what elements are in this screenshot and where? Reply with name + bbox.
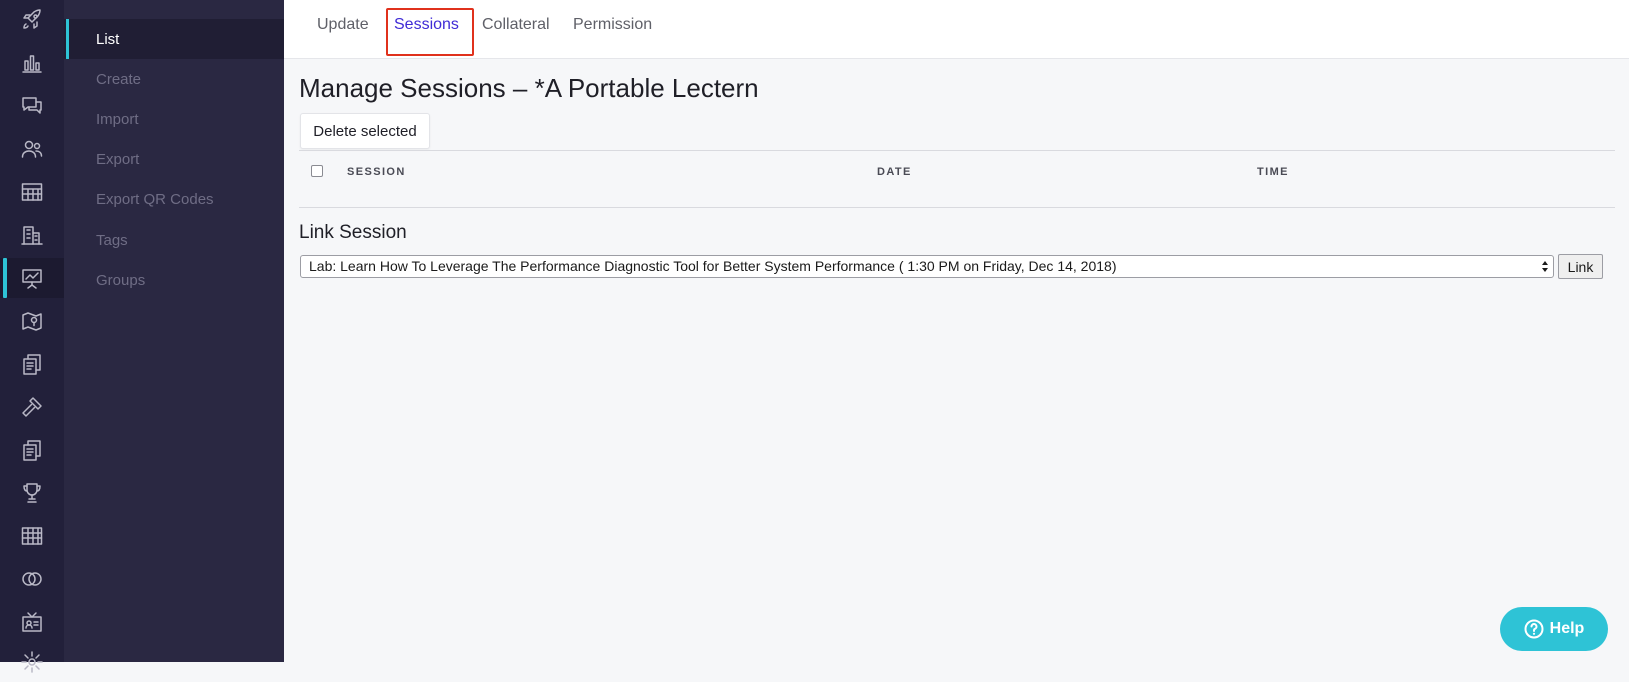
- rail-grid[interactable]: [0, 516, 64, 556]
- rail-messages[interactable]: [0, 86, 64, 126]
- subnav-item-import[interactable]: Import: [64, 99, 284, 139]
- trophy-icon: [23, 483, 41, 503]
- rail-analytics[interactable]: [0, 43, 64, 83]
- rail-maps[interactable]: [0, 301, 64, 341]
- subnav-item-list[interactable]: List: [64, 19, 284, 59]
- bar-chart-icon: [22, 55, 42, 73]
- table-divider: [299, 207, 1615, 208]
- users-icon: [21, 140, 43, 158]
- building-icon: [21, 226, 43, 245]
- rings-icon: [22, 572, 42, 586]
- column-header-session[interactable]: SESSION: [347, 166, 406, 178]
- subnav-item-export[interactable]: Export: [64, 139, 284, 179]
- session-select-value: Lab: Learn How To Leverage The Performan…: [309, 258, 1117, 274]
- subnav-item-export-qr-codes[interactable]: Export QR Codes: [64, 179, 284, 219]
- icon-rail: [0, 0, 64, 673]
- rail-badges[interactable]: [0, 602, 64, 642]
- link-button[interactable]: Link: [1558, 254, 1603, 279]
- tab-update[interactable]: Update: [317, 0, 369, 50]
- sessions-table: SESSION DATE TIME: [299, 150, 1615, 191]
- table-icon: [21, 183, 43, 201]
- settings-icon: [21, 651, 43, 673]
- rail-schedule[interactable]: [0, 172, 64, 212]
- tab-bar: Update Sessions Collateral Permission: [284, 0, 1629, 59]
- rail-sessions[interactable]: [0, 258, 64, 298]
- badge-icon: [22, 612, 42, 632]
- map-pin-icon: [22, 312, 42, 331]
- sub-navigation: List Create Import Export Export QR Code…: [64, 0, 284, 662]
- select-all-checkbox[interactable]: [311, 165, 323, 177]
- subnav-item-tags[interactable]: Tags: [64, 220, 284, 260]
- tab-permission[interactable]: Permission: [573, 0, 652, 50]
- rocket-icon: [23, 9, 41, 29]
- page-title: Manage Sessions – *A Portable Lectern: [299, 73, 759, 103]
- rail-awards[interactable]: [0, 473, 64, 513]
- rail-people[interactable]: [0, 129, 64, 169]
- rail-settings[interactable]: [0, 642, 64, 682]
- rail-documents[interactable]: [0, 344, 64, 384]
- table-header: SESSION DATE TIME: [299, 151, 1615, 191]
- rail-auctions[interactable]: [0, 387, 64, 427]
- documents-icon: [23, 354, 41, 375]
- presentation-icon: [22, 269, 42, 289]
- chat-icon: [22, 97, 42, 114]
- grid-icon: [21, 527, 43, 545]
- tab-sessions[interactable]: Sessions: [394, 0, 459, 50]
- help-label: Help: [1549, 620, 1585, 637]
- help-button[interactable]: Help: [1500, 607, 1608, 651]
- link-session-title: Link Session: [299, 222, 407, 243]
- tab-collateral[interactable]: Collateral: [482, 0, 550, 50]
- rail-collateral[interactable]: [0, 430, 64, 470]
- documents-alt-icon: [23, 440, 41, 461]
- subnav-item-groups[interactable]: Groups: [64, 260, 284, 300]
- rail-venues[interactable]: [0, 215, 64, 255]
- rail-integrations[interactable]: [0, 559, 64, 599]
- help-icon: [1524, 619, 1544, 639]
- hammer-icon: [22, 397, 42, 417]
- session-select[interactable]: Lab: Learn How To Leverage The Performan…: [300, 255, 1554, 278]
- delete-selected-button[interactable]: Delete selected: [300, 113, 430, 149]
- subnav-item-create[interactable]: Create: [64, 59, 284, 99]
- rail-rocket[interactable]: [0, 0, 64, 40]
- column-header-time[interactable]: TIME: [1257, 166, 1289, 178]
- select-arrows-icon: [1542, 261, 1548, 272]
- column-header-date[interactable]: DATE: [877, 166, 912, 178]
